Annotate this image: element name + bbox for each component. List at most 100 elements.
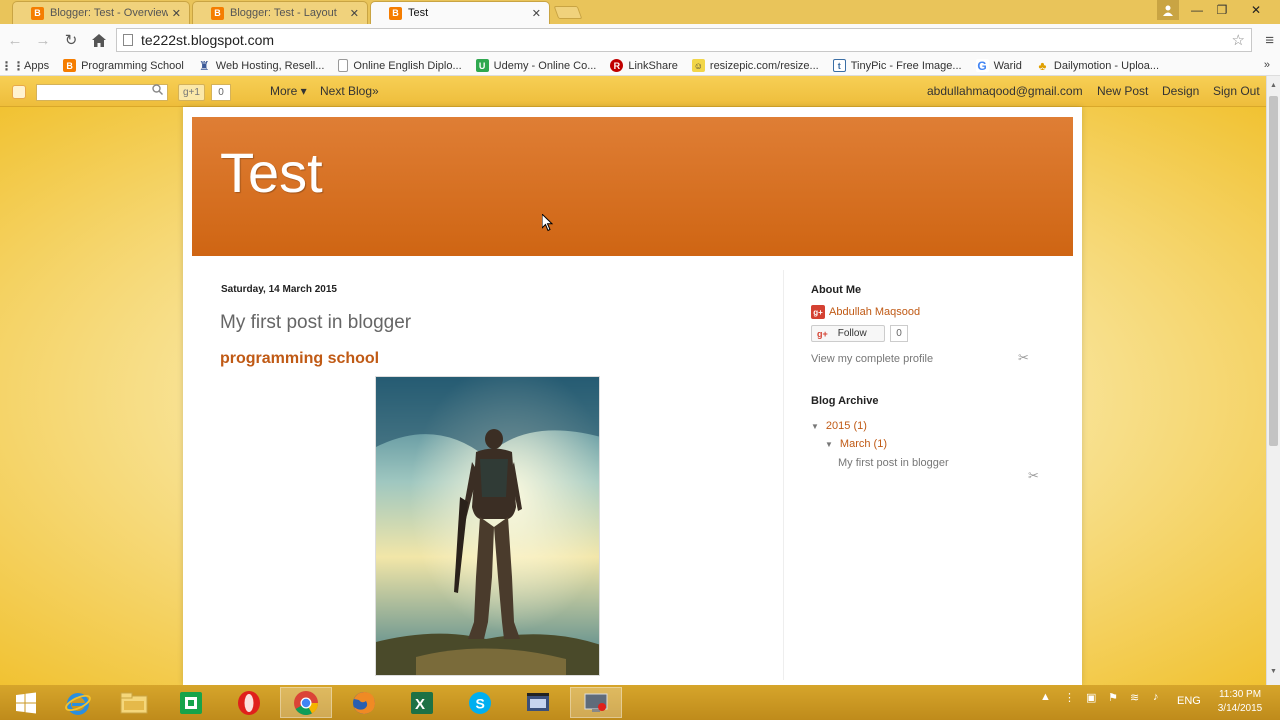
tab-label: Blogger: Test - Layout <box>230 7 337 19</box>
bookmark-programming-school[interactable]: B Programming School <box>63 59 184 72</box>
tray-overflow-icon[interactable]: ▲ <box>1040 691 1051 703</box>
file-explorer-icon[interactable] <box>108 687 160 718</box>
account-email[interactable]: abdullahmaqood@gmail.com <box>927 84 1083 98</box>
archive-post-link[interactable]: My first post in blogger <box>838 457 949 469</box>
url-text[interactable]: te222st.blogspot.com <box>141 32 1232 48</box>
restore-icon[interactable]: ❐ <box>1208 0 1236 20</box>
scroll-down-icon[interactable]: ▼ <box>1270 668 1277 675</box>
triangle-down-icon[interactable]: ▼ <box>811 422 819 431</box>
internet-explorer-icon[interactable] <box>52 687 104 718</box>
blog-title[interactable]: Test <box>220 140 323 205</box>
tab-test[interactable]: B Test ✕ <box>370 1 550 24</box>
archive-month-row[interactable]: ▼ March (1) <box>825 438 887 450</box>
language-indicator[interactable]: ENG <box>1177 695 1201 707</box>
archive-year-row[interactable]: ▼ 2015 (1) <box>811 420 867 432</box>
linkshare-icon: R <box>610 59 624 72</box>
gplus-one-button[interactable]: g+1 <box>178 84 205 101</box>
blogger-icon: B <box>389 6 402 20</box>
bookmarks-overflow-icon[interactable]: » <box>1264 59 1270 71</box>
tray-app-icon[interactable]: ⋮ <box>1064 691 1075 704</box>
next-blog-link[interactable]: Next Blog» <box>320 84 379 98</box>
gplus-icon: g+ <box>817 328 828 339</box>
reload-icon[interactable]: ↻ <box>58 27 84 53</box>
camtasia-icon[interactable] <box>165 687 217 718</box>
windows-start-icon[interactable] <box>0 687 52 718</box>
window-close-icon[interactable]: ✕ <box>1242 0 1270 20</box>
close-icon[interactable]: ✕ <box>350 7 359 20</box>
about-me-heading: About Me <box>811 284 862 296</box>
more-menu[interactable]: More ▾ <box>270 84 307 98</box>
blogger-logo-icon[interactable] <box>12 85 26 99</box>
bookmark-linkshare[interactable]: R LinkShare <box>610 59 678 72</box>
mouse-cursor-icon <box>541 212 554 235</box>
bookmark-tinypic[interactable]: t TinyPic - Free Image... <box>832 59 962 72</box>
blogger-icon: B <box>63 59 77 72</box>
opera-icon[interactable] <box>223 687 275 718</box>
chrome-icon[interactable] <box>280 687 332 718</box>
video-editor-icon[interactable] <box>512 687 564 718</box>
follow-button[interactable]: g+ Follow <box>811 325 885 342</box>
blog-search-input[interactable] <box>36 84 168 101</box>
udemy-icon: U <box>475 59 489 72</box>
bookmark-web-hosting[interactable]: ♜ Web Hosting, Resell... <box>198 58 325 73</box>
close-icon[interactable]: ✕ <box>172 7 181 20</box>
column-divider <box>783 270 784 680</box>
excel-icon[interactable]: X <box>396 687 448 718</box>
profile-row: g+ Abdullah Maqsood <box>811 305 920 319</box>
home-icon[interactable] <box>86 27 112 53</box>
sign-out-link[interactable]: Sign Out <box>1213 84 1260 98</box>
close-icon[interactable]: ✕ <box>532 7 541 20</box>
hosting-icon: ♜ <box>198 58 210 73</box>
edit-gadget-icon[interactable]: ✂ <box>1028 468 1039 484</box>
scroll-up-icon[interactable]: ▲ <box>1270 82 1277 89</box>
minimize-icon[interactable]: — <box>1183 0 1211 20</box>
tray-network-icon[interactable]: ▣ <box>1086 691 1096 704</box>
tab-blogger-layout[interactable]: B Blogger: Test - Layout ✕ <box>192 1 368 24</box>
view-profile-link[interactable]: View my complete profile <box>811 353 933 365</box>
bookmark-warid[interactable]: G Warid <box>975 59 1022 73</box>
search-icon[interactable] <box>152 84 163 98</box>
back-arrow-icon[interactable]: ← <box>2 27 28 53</box>
tray-wifi-icon[interactable]: ≋ <box>1130 691 1139 704</box>
apps-grid-icon: ⋮⋮ <box>0 58 25 73</box>
triangle-down-icon[interactable]: ▼ <box>825 440 833 449</box>
skype-icon[interactable]: S <box>454 687 506 718</box>
profile-name-link[interactable]: Abdullah Maqsood <box>829 306 920 318</box>
scroll-thumb[interactable] <box>1269 96 1278 446</box>
bookmark-star-icon[interactable]: ☆ <box>1232 31 1245 49</box>
design-link[interactable]: Design <box>1162 84 1199 98</box>
page-icon <box>338 59 349 72</box>
tab-blogger-overview[interactable]: B Blogger: Test - Overview ✕ <box>12 1 190 24</box>
tray-volume-icon[interactable]: ♪ <box>1153 691 1159 703</box>
firefox-icon[interactable] <box>338 687 390 718</box>
bookmark-dailymotion[interactable]: ♣ Dailymotion - Uploa... <box>1036 58 1159 73</box>
post-date: Saturday, 14 March 2015 <box>221 284 337 295</box>
archive-month-link[interactable]: March (1) <box>840 438 887 450</box>
clock-time: 11:30 PM <box>1218 689 1262 700</box>
screen-recorder-icon[interactable] <box>570 687 622 718</box>
bookmark-apps[interactable]: ⋮⋮ Apps <box>0 58 50 73</box>
forward-arrow-icon[interactable]: → <box>30 27 56 53</box>
page-scrollbar[interactable]: ▲ ▼ <box>1266 76 1280 685</box>
windows-taskbar: X S ▲ ⋮ ▣ ⚑ ≋ ♪ ENG 11:30 PM 3/14/2015 <box>0 685 1280 720</box>
bookmark-udemy[interactable]: U Udemy - Online Co... <box>475 59 596 72</box>
new-tab-button[interactable] <box>553 6 583 19</box>
new-post-link[interactable]: New Post <box>1097 84 1148 98</box>
system-clock[interactable]: 11:30 PM 3/14/2015 <box>1212 688 1268 716</box>
bookmark-online-english[interactable]: Online English Diplo... <box>338 59 462 72</box>
menu-icon[interactable]: ≡ <box>1265 32 1274 49</box>
post-image[interactable] <box>375 376 600 676</box>
address-bar[interactable]: te222st.blogspot.com ☆ <box>116 28 1252 52</box>
edit-gadget-icon[interactable]: ✂ <box>1018 350 1029 366</box>
tray-flag-icon[interactable]: ⚑ <box>1108 691 1118 704</box>
post-title[interactable]: My first post in blogger <box>220 312 411 334</box>
follow-count: 0 <box>890 325 908 342</box>
bookmark-label: Web Hosting, Resell... <box>215 59 325 72</box>
archive-year-link[interactable]: 2015 (1) <box>826 420 867 432</box>
dailymotion-icon: ♣ <box>1038 58 1047 73</box>
clock-date: 3/14/2015 <box>1217 703 1263 714</box>
bookmark-resizepic[interactable]: ☺ resizepic.com/resize... <box>691 59 819 72</box>
blogger-navbar: g+1 0 More ▾ Next Blog» abdullahmaqood@g… <box>0 76 1280 107</box>
tab-label: Blogger: Test - Overview <box>50 7 168 19</box>
user-profile-icon[interactable] <box>1157 0 1179 20</box>
